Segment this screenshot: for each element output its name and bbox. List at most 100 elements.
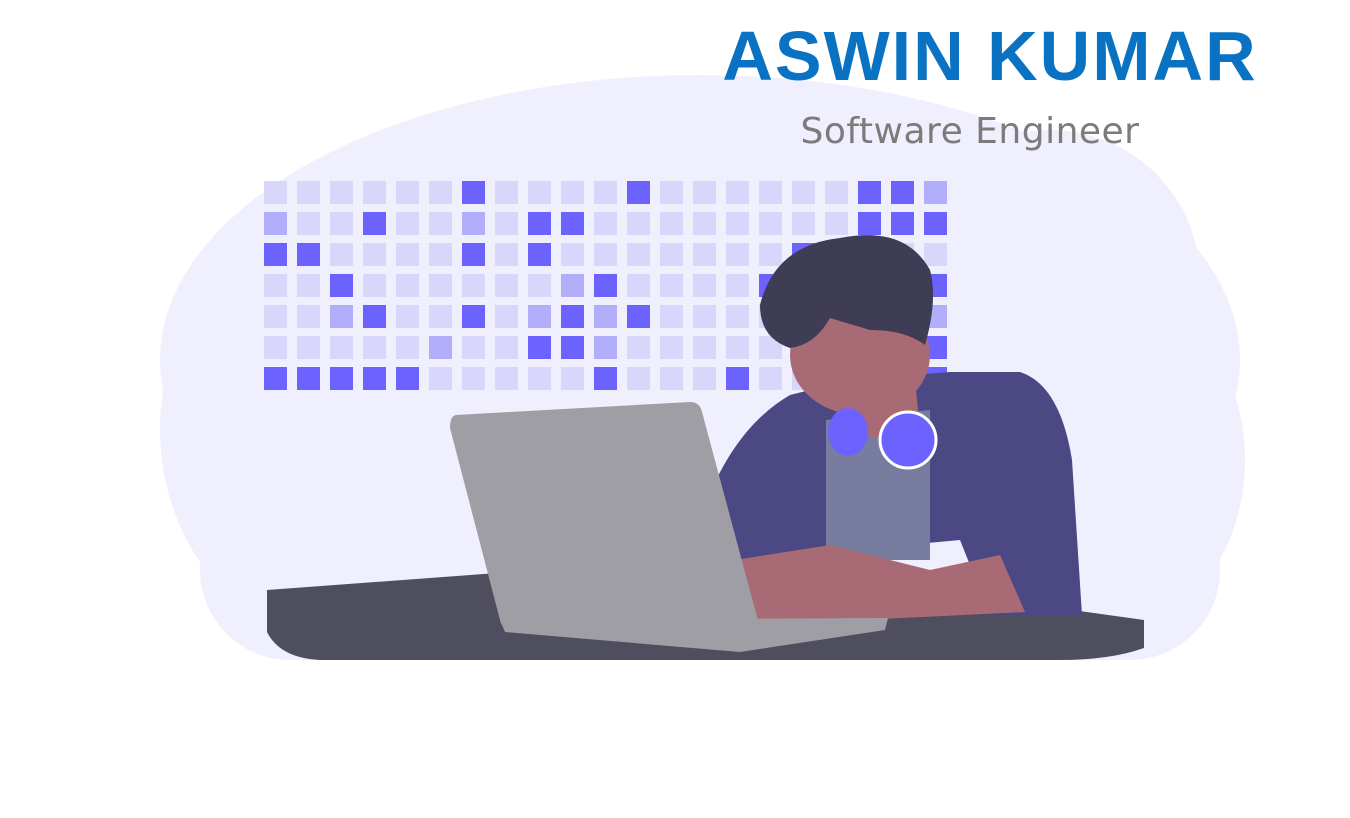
pattern-tile bbox=[396, 336, 419, 359]
pattern-tile bbox=[627, 243, 650, 266]
pattern-tile bbox=[627, 212, 650, 235]
pattern-tile bbox=[891, 181, 914, 204]
pattern-tile bbox=[594, 181, 617, 204]
pattern-tile bbox=[330, 367, 353, 390]
pattern-tile bbox=[726, 243, 749, 266]
pattern-tile bbox=[924, 212, 947, 235]
pattern-tile bbox=[693, 181, 716, 204]
pattern-tile bbox=[627, 181, 650, 204]
pattern-tile bbox=[825, 212, 848, 235]
pattern-tile bbox=[462, 305, 485, 328]
pattern-tile bbox=[396, 305, 419, 328]
pattern-tile bbox=[924, 243, 947, 266]
pattern-tile bbox=[396, 243, 419, 266]
pattern-tile bbox=[429, 181, 452, 204]
pattern-tile bbox=[561, 212, 584, 235]
pattern-tile bbox=[363, 243, 386, 266]
pattern-tile bbox=[297, 243, 320, 266]
pattern-tile bbox=[759, 212, 782, 235]
pattern-tile bbox=[363, 305, 386, 328]
pattern-tile bbox=[396, 274, 419, 297]
pattern-tile bbox=[297, 274, 320, 297]
pattern-tile bbox=[594, 305, 617, 328]
pattern-tile bbox=[561, 181, 584, 204]
pattern-tile bbox=[627, 367, 650, 390]
pattern-tile bbox=[330, 243, 353, 266]
pattern-tile bbox=[528, 274, 551, 297]
pattern-tile bbox=[693, 305, 716, 328]
pattern-tile bbox=[561, 336, 584, 359]
pattern-tile bbox=[363, 274, 386, 297]
pattern-tile bbox=[462, 181, 485, 204]
pattern-tile bbox=[528, 243, 551, 266]
pattern-tile bbox=[528, 336, 551, 359]
pattern-tile bbox=[297, 367, 320, 390]
pattern-tile bbox=[264, 367, 287, 390]
pattern-tile bbox=[891, 212, 914, 235]
pattern-tile bbox=[726, 181, 749, 204]
pattern-tile bbox=[792, 181, 815, 204]
pattern-tile bbox=[528, 212, 551, 235]
pattern-tile bbox=[396, 367, 419, 390]
pattern-tile bbox=[330, 336, 353, 359]
pattern-tile bbox=[429, 212, 452, 235]
pattern-tile bbox=[759, 367, 782, 390]
name-heading: ASWIN KUMAR bbox=[722, 17, 1258, 95]
pattern-tile bbox=[759, 181, 782, 204]
pattern-tile bbox=[726, 274, 749, 297]
pattern-tile bbox=[264, 212, 287, 235]
pattern-tile bbox=[297, 336, 320, 359]
pattern-tile bbox=[429, 367, 452, 390]
pattern-tile bbox=[759, 243, 782, 266]
pattern-tile bbox=[693, 336, 716, 359]
pattern-tile bbox=[363, 367, 386, 390]
pattern-tile bbox=[924, 181, 947, 204]
pattern-tile bbox=[363, 336, 386, 359]
pattern-tile bbox=[594, 212, 617, 235]
pattern-tile bbox=[660, 305, 683, 328]
pattern-tile bbox=[627, 336, 650, 359]
pattern-tile bbox=[264, 181, 287, 204]
pattern-tile bbox=[495, 212, 518, 235]
pattern-tile bbox=[330, 305, 353, 328]
pattern-tile bbox=[594, 243, 617, 266]
pattern-tile bbox=[429, 274, 452, 297]
pattern-tile bbox=[429, 305, 452, 328]
pattern-tile bbox=[330, 181, 353, 204]
pattern-tile bbox=[858, 212, 881, 235]
pattern-tile bbox=[693, 212, 716, 235]
pattern-tile bbox=[462, 212, 485, 235]
pattern-tile bbox=[495, 367, 518, 390]
pattern-tile bbox=[429, 336, 452, 359]
pattern-tile bbox=[297, 181, 320, 204]
pattern-tile bbox=[495, 305, 518, 328]
pattern-tile bbox=[561, 367, 584, 390]
pattern-tile bbox=[429, 243, 452, 266]
pattern-tile bbox=[297, 212, 320, 235]
pattern-tile bbox=[660, 212, 683, 235]
pattern-tile bbox=[561, 274, 584, 297]
pattern-tile bbox=[495, 336, 518, 359]
pattern-tile bbox=[594, 336, 617, 359]
pattern-tile bbox=[462, 243, 485, 266]
pattern-tile bbox=[594, 367, 617, 390]
pattern-tile bbox=[264, 336, 287, 359]
pattern-tile bbox=[660, 243, 683, 266]
pattern-tile bbox=[627, 274, 650, 297]
pattern-tile bbox=[363, 181, 386, 204]
pattern-tile bbox=[726, 367, 749, 390]
pattern-tile bbox=[495, 243, 518, 266]
pattern-tile bbox=[858, 181, 881, 204]
pattern-tile bbox=[264, 274, 287, 297]
pattern-tile bbox=[396, 181, 419, 204]
pattern-tile bbox=[561, 243, 584, 266]
pattern-tile bbox=[396, 212, 419, 235]
pattern-tile bbox=[330, 212, 353, 235]
pattern-tile bbox=[264, 243, 287, 266]
pattern-tile bbox=[363, 212, 386, 235]
pattern-tile bbox=[594, 274, 617, 297]
pattern-tile bbox=[660, 367, 683, 390]
pattern-tile bbox=[693, 367, 716, 390]
pattern-tile bbox=[495, 274, 518, 297]
pattern-tile bbox=[726, 336, 749, 359]
